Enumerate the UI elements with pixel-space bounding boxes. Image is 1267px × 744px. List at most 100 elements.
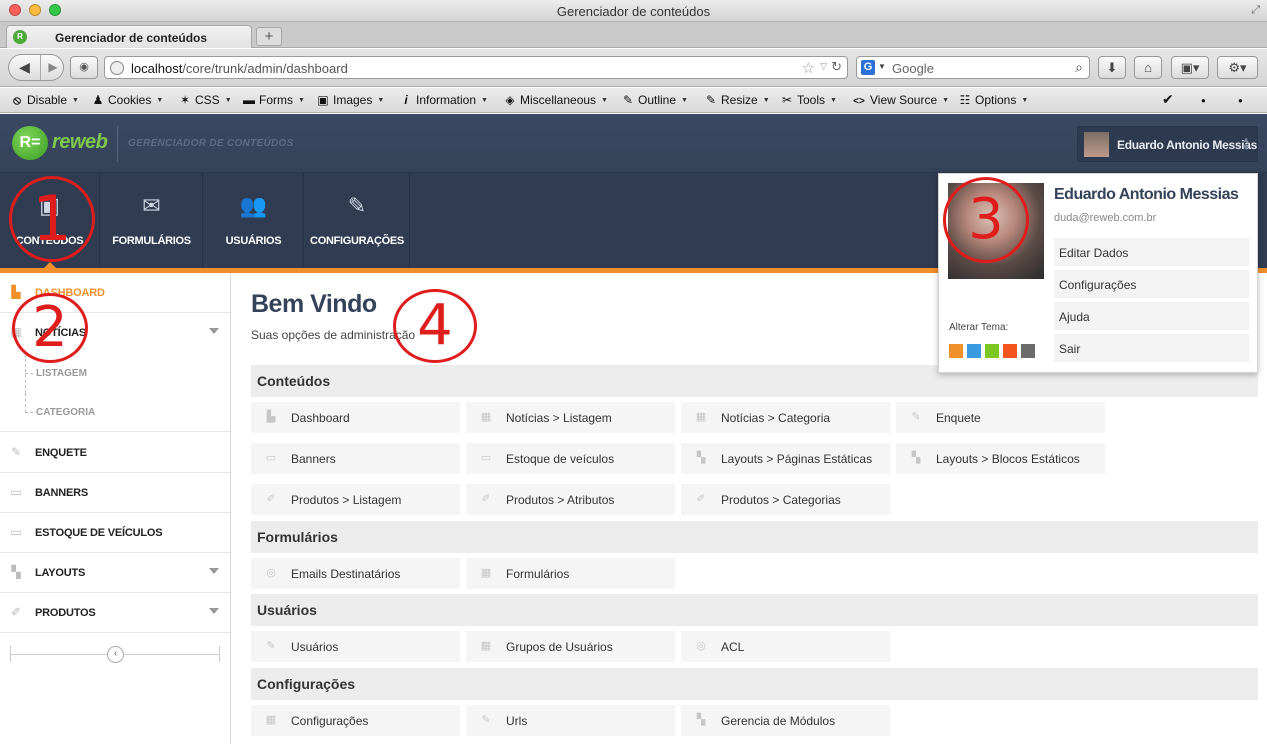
search-placeholder[interactable]: Google xyxy=(892,61,934,76)
pencil-icon: ✎ xyxy=(481,714,491,726)
image-icon: ▭ xyxy=(10,525,22,539)
wd-forms-menu[interactable]: ▬ Forms ▼ xyxy=(242,93,305,107)
wd-disable-menu[interactable]: ⦸ Disable ▼ xyxy=(10,93,79,108)
wd-tools-menu[interactable]: ✂ Tools ▼ xyxy=(780,93,837,107)
tile-layouts-paginas[interactable]: ▚ Layouts > Páginas Estáticas xyxy=(681,443,890,474)
history-dropdown-icon[interactable]: ▽ xyxy=(820,61,827,72)
chevron-down-icon xyxy=(209,328,219,334)
wd-resize-menu[interactable]: ✎ Resize ▼ xyxy=(704,93,770,107)
status-dot-icon[interactable]: ● xyxy=(1238,96,1243,105)
tile-produtos-listagem[interactable]: ✐ Produtos > Listagem xyxy=(251,484,460,515)
search-bar[interactable]: G ▼ Google ⌕ xyxy=(856,56,1090,79)
tile-banners[interactable]: ▭ Banners xyxy=(251,443,460,474)
tile-emails[interactable]: ◎ Emails Destinatários xyxy=(251,558,460,589)
wd-css-menu[interactable]: ✶ CSS ▼ xyxy=(178,93,232,107)
wd-miscellaneous-menu[interactable]: ◈ Miscellaneous ▼ xyxy=(503,93,608,107)
tile-layouts-blocos[interactable]: ▚ Layouts > Blocos Estáticos xyxy=(896,443,1105,474)
tile-noticias-listagem[interactable]: ▦ Notícias > Listagem xyxy=(466,402,675,433)
tile-urls[interactable]: ✎ Urls xyxy=(466,705,675,736)
tile-grupos[interactable]: ▦ Grupos de Usuários xyxy=(466,631,675,662)
sort-arrows-icon: ▲ ▼ xyxy=(1242,135,1250,152)
edit-profile-link[interactable]: Editar Dados xyxy=(1054,238,1249,268)
tile-usuarios[interactable]: ✎ Usuários xyxy=(251,631,460,662)
tile-produtos-atributos[interactable]: ✐ Produtos > Atributos xyxy=(466,484,675,515)
magnifier-icon[interactable]: ⌕ xyxy=(1075,59,1083,76)
page-subtitle: Suas opções de administração xyxy=(251,328,416,342)
status-dot-icon[interactable]: ● xyxy=(1201,96,1206,105)
chevron-down-icon xyxy=(209,568,219,574)
code-icon: <> xyxy=(853,96,865,107)
wd-outline-menu[interactable]: ✎ Outline ▼ xyxy=(621,93,688,107)
layout-icon: ▚ xyxy=(911,452,921,464)
tab-configuracoes[interactable]: ✎ CONFIGURAÇÕES xyxy=(305,173,410,268)
tile-acl[interactable]: ◎ ACL xyxy=(681,631,890,662)
tile-dashboard[interactable]: ▙ Dashboard xyxy=(251,402,460,433)
tile-configuracoes[interactable]: ▦ Configurações xyxy=(251,705,460,736)
reweb-logo-icon[interactable]: R= xyxy=(12,126,48,160)
bookmark-star-icon[interactable]: ☆ xyxy=(802,59,815,77)
tile-noticias-categoria[interactable]: ▦ Notícias > Categoria xyxy=(681,402,890,433)
fullscreen-icon[interactable]: ⤢ xyxy=(1251,4,1260,17)
browser-tab[interactable]: R Gerenciador de conteúdos xyxy=(6,25,252,48)
settings-link[interactable]: Configurações xyxy=(1054,270,1249,300)
wd-images-menu[interactable]: ▣ Images ▼ xyxy=(316,93,384,107)
theme-swatch-blue[interactable] xyxy=(967,344,981,358)
wd-options-menu[interactable]: ☷ Options ▼ xyxy=(958,93,1029,107)
site-identity-icon[interactable]: ◉ xyxy=(70,56,98,79)
web-developer-toolbar: ⦸ Disable ▼ ♟ Cookies ▼ ✶ CSS ▼ ▬ Forms ▼ ▣ Image… xyxy=(0,88,1267,113)
sidebar-item-produtos[interactable]: ✐ PRODUTOS xyxy=(0,593,230,633)
tile-gerencia[interactable]: ▚ Gerencia de Módulos xyxy=(681,705,890,736)
section-configuracoes: Configurações xyxy=(251,668,1258,700)
sidebar-item-enquete[interactable]: ✎ ENQUETE xyxy=(0,433,230,473)
logout-link[interactable]: Sair xyxy=(1054,334,1249,364)
tile-estoque[interactable]: ▭ Estoque de veículos xyxy=(466,443,675,474)
brand-name[interactable]: reweb xyxy=(52,131,108,154)
new-tab-button[interactable]: + xyxy=(256,27,282,46)
section-formularios: Formulários xyxy=(251,521,1258,553)
pencil-icon: ✎ xyxy=(347,193,367,218)
information-icon: i xyxy=(404,93,408,107)
addon-menu-icon[interactable]: ⚙▾ xyxy=(1217,56,1258,79)
wd-cookies-menu[interactable]: ♟ Cookies ▼ xyxy=(91,93,164,107)
sidebar-item-layouts[interactable]: ▚ LAYOUTS xyxy=(0,553,230,593)
url-text[interactable]: localhost/core/trunk/admin/dashboard xyxy=(131,61,348,76)
wd-information-menu[interactable]: i Information ▼ xyxy=(399,93,488,107)
tab-formularios[interactable]: ✉ FORMULÁRIOS xyxy=(101,173,203,268)
theme-swatch-green[interactable] xyxy=(985,344,999,358)
sidebar-item-banners[interactable]: ▭ BANNERS xyxy=(0,473,230,513)
lifebuoy-icon: ◎ xyxy=(696,640,706,652)
screenshot-icon[interactable]: ▣▾ xyxy=(1171,56,1209,79)
tile-produtos-categorias[interactable]: ✐ Produtos > Categorias xyxy=(681,484,890,515)
sidebar-item-estoque[interactable]: ▭ ESTOQUE DE VEÍCULOS xyxy=(0,513,230,553)
brush-icon: ✐ xyxy=(266,493,276,505)
sidebar-subitem-categoria[interactable]: CATEGORIA xyxy=(0,393,230,432)
validation-check-icon[interactable]: ✔ xyxy=(1162,91,1174,108)
tab-usuarios[interactable]: 👥 USUÁRIOS xyxy=(204,173,304,268)
tab-title: Gerenciador de conteúdos xyxy=(55,31,208,45)
tile-formularios[interactable]: ▦ Formulários xyxy=(466,558,675,589)
tile-enquete[interactable]: ✎ Enquete xyxy=(896,402,1105,433)
url-bar[interactable]: localhost/core/trunk/admin/dashboard ☆ ▽… xyxy=(104,56,848,79)
favicon-icon: R xyxy=(13,30,27,44)
wd-view-source-menu[interactable]: <> View Source ▼ xyxy=(851,93,949,107)
tools-icon: ✂ xyxy=(781,93,793,107)
pencil-icon: ✎ xyxy=(911,411,921,423)
theme-swatch-orange[interactable] xyxy=(949,344,963,358)
help-link[interactable]: Ajuda xyxy=(1054,302,1249,332)
theme-swatch-gray[interactable] xyxy=(1021,344,1035,358)
chevron-down-icon xyxy=(209,608,219,614)
back-arrow-icon[interactable]: ◀ xyxy=(9,55,41,80)
collapse-sidebar-button[interactable]: ‹ xyxy=(107,646,124,663)
search-engine-dropdown-icon[interactable]: ▼ xyxy=(878,62,886,71)
forward-arrow-icon[interactable]: ▶ xyxy=(42,55,64,80)
user-menu-toggle[interactable]: Eduardo Antonio Messias ▲ ▼ xyxy=(1077,126,1258,162)
pencil-icon: ✎ xyxy=(10,445,22,459)
downloads-icon[interactable]: ⬇ xyxy=(1098,56,1126,79)
app-header: R= reweb GERENCIADOR DE CONTEÚDOS Eduard… xyxy=(0,114,1267,173)
reload-icon[interactable]: ↻ xyxy=(831,59,842,75)
theme-swatch-red[interactable] xyxy=(1003,344,1017,358)
resize-icon: ✎ xyxy=(705,93,717,107)
user-name: Eduardo Antonio Messias xyxy=(1117,138,1258,152)
search-engine-icon[interactable]: G xyxy=(861,60,875,75)
home-icon[interactable]: ⌂ xyxy=(1134,56,1162,79)
